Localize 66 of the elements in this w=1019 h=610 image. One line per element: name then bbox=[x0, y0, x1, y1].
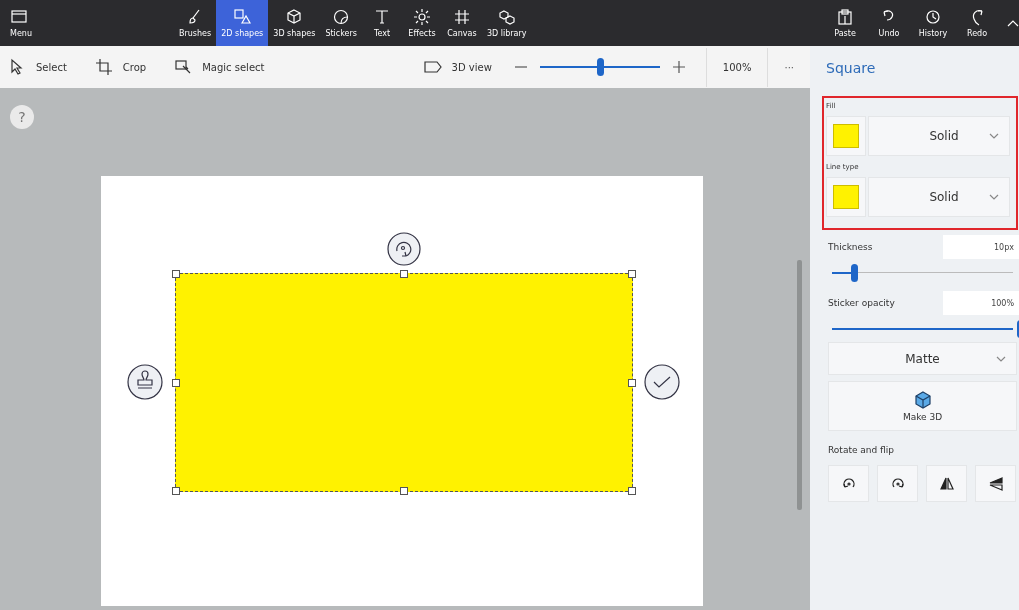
resize-handle[interactable] bbox=[172, 378, 180, 387]
zoom-in-icon bbox=[671, 60, 686, 74]
sticker-icon bbox=[332, 8, 351, 26]
thickness-label: Thickness bbox=[828, 242, 873, 252]
color-picker[interactable] bbox=[826, 116, 866, 156]
resize-handle[interactable] bbox=[628, 270, 636, 278]
flip-horizontal-button[interactable] bbox=[926, 465, 967, 502]
finish-dropdown[interactable]: Matte bbox=[828, 342, 1017, 375]
rotate-handle-icon bbox=[386, 231, 422, 267]
resize-handle[interactable] bbox=[400, 270, 408, 278]
paste-button[interactable]: Paste bbox=[823, 0, 867, 46]
more-button[interactable]: ··· bbox=[768, 61, 810, 73]
select-button[interactable]: Select bbox=[8, 58, 67, 76]
tool-tab[interactable]: 3D shapes bbox=[268, 0, 321, 46]
color-picker[interactable] bbox=[826, 177, 866, 217]
grid-icon bbox=[452, 8, 471, 26]
style-dropdown[interactable]: Solid bbox=[868, 177, 1010, 217]
chevron-icon bbox=[996, 355, 1006, 362]
tool-tab[interactable]: Canvas bbox=[441, 0, 482, 46]
tool-tab[interactable]: Effects bbox=[401, 0, 442, 46]
crop-button[interactable]: Crop bbox=[94, 58, 147, 76]
magic-select-button[interactable]: Magic select bbox=[174, 58, 265, 76]
tool-tab[interactable]: 2D shapes bbox=[216, 0, 269, 46]
resize-handle[interactable] bbox=[172, 487, 180, 495]
chevron-icon bbox=[989, 194, 999, 200]
history-button[interactable]: History bbox=[911, 0, 955, 46]
shapes-icon bbox=[233, 8, 252, 26]
resize-handle[interactable] bbox=[400, 487, 408, 495]
cube-icon bbox=[285, 8, 304, 26]
clipboard-icon bbox=[836, 8, 854, 26]
style-dropdown[interactable]: Solid bbox=[868, 116, 1010, 156]
undo-button[interactable]: Undo bbox=[867, 0, 911, 46]
view-icon bbox=[423, 60, 442, 74]
rotate-flip-label: Rotate and flip bbox=[828, 445, 895, 455]
make-3d-button[interactable]: Make 3D bbox=[828, 381, 1017, 431]
value-field[interactable]: 100% bbox=[943, 291, 1019, 315]
view-3d-button[interactable]: 3D view bbox=[423, 60, 492, 74]
chevron-icon bbox=[989, 133, 999, 139]
panel-title: Square bbox=[825, 60, 877, 78]
zoom-level: 100% bbox=[705, 47, 769, 87]
cube-icon bbox=[913, 390, 932, 409]
help-button[interactable]: ? bbox=[10, 105, 34, 129]
pointer-icon bbox=[8, 58, 26, 76]
collapse-icon bbox=[1007, 19, 1019, 27]
resize-handle[interactable] bbox=[172, 270, 180, 278]
tool-tab[interactable]: Stickers bbox=[320, 0, 362, 46]
history-icon bbox=[924, 8, 942, 26]
tool-tab[interactable]: Text bbox=[361, 0, 402, 46]
rotate-right-button[interactable] bbox=[877, 465, 918, 502]
scrollbar[interactable] bbox=[797, 260, 802, 510]
magic-select-icon bbox=[174, 58, 193, 76]
resize-handle[interactable] bbox=[628, 487, 636, 495]
resize-handle[interactable] bbox=[628, 378, 636, 387]
menu-button[interactable]: Menu bbox=[0, 0, 48, 46]
value-field[interactable]: 10px bbox=[943, 235, 1019, 259]
redo-button[interactable]: Redo bbox=[955, 0, 999, 46]
crop-icon bbox=[94, 58, 113, 76]
stamp-icon bbox=[126, 363, 164, 401]
rotate-left-button[interactable] bbox=[828, 465, 869, 502]
cubes-icon bbox=[497, 8, 516, 26]
flip-vertical-button[interactable] bbox=[975, 465, 1016, 502]
tool-tab[interactable]: Brushes bbox=[174, 0, 217, 46]
opacity-label: Sticker opacity bbox=[828, 298, 895, 308]
sun-icon bbox=[412, 8, 431, 26]
checkmark-icon bbox=[643, 363, 681, 401]
tool-tab[interactable]: 3D library bbox=[481, 0, 532, 46]
